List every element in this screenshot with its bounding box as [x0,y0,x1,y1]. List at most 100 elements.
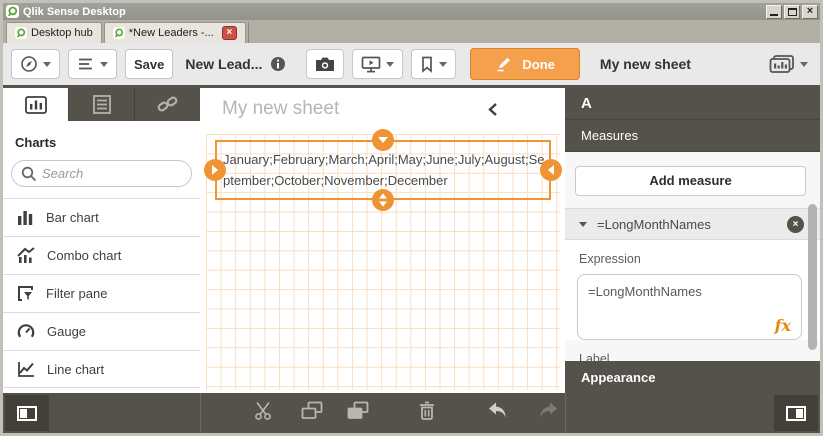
arrow-up-down-icon [379,193,387,207]
copy-button[interactable] [301,401,323,425]
tab-desktop-hub[interactable]: Desktop hub [6,22,102,43]
paste-button[interactable] [347,401,369,425]
save-button[interactable]: Save [125,49,174,79]
link-icon [157,96,178,112]
redo-button[interactable] [537,402,559,425]
sheets-stack-icon [769,55,794,73]
tab-master-items[interactable] [134,88,200,121]
chevron-down-icon[interactable] [579,221,587,227]
current-sheet-name: My new sheet [599,56,691,72]
copy-icon [301,401,323,419]
qlik-logo-icon [6,5,19,18]
app-title: New Lead... [185,56,263,72]
combo-chart-icon [17,247,35,263]
list-item-bar-chart[interactable]: Bar chart [3,198,200,236]
line-chart-icon [18,361,34,377]
resize-handle-bottom[interactable] [372,189,394,211]
maximize-button[interactable] [784,4,800,19]
bookmarks-button[interactable] [411,49,457,79]
list-menu-icon [79,58,92,70]
presentation-mode-button[interactable] [352,49,404,79]
paste-icon [347,401,369,419]
qlik-logo-icon [15,27,27,39]
bottom-toolbar [3,393,820,433]
scissors-icon [255,402,271,420]
arrow-down-icon [378,137,388,143]
toggle-left-panel-button[interactable] [5,395,49,431]
tab-charts[interactable] [3,88,68,121]
tab-label: Desktop hub [31,27,93,39]
delete-button[interactable] [419,401,435,425]
tab-label: *New Leaders -... [128,27,214,39]
expression-input[interactable]: =LongMonthNames fx [577,274,802,340]
list-item-label: Filter pane [46,286,108,301]
list-item-combo-chart[interactable]: Combo chart [3,236,200,274]
fields-list-icon [92,95,111,114]
minimize-button[interactable] [766,4,782,19]
text-object-line1: January;February;March;April;May;June;Ju… [223,152,545,167]
left-panel-icon [17,405,37,421]
charts-heading: Charts [15,135,57,150]
chart-search-box[interactable] [11,160,192,187]
info-icon[interactable] [270,56,286,72]
add-measure-button[interactable]: Add measure [575,166,806,196]
expression-section: Expression =LongMonthNames fx [565,240,820,340]
sheet-canvas[interactable]: My new sheet January;February;March;Apri… [200,88,565,393]
list-item-line-chart[interactable]: Line chart [3,350,200,388]
appearance-section-header[interactable]: Appearance [565,361,820,393]
tab-separator [247,22,249,43]
chevron-down-icon [386,61,395,67]
presentation-icon [362,56,381,72]
close-button[interactable]: × [802,4,818,19]
list-item-label: Bar chart [46,210,99,225]
undo-button[interactable] [487,402,509,425]
properties-panel: A Measures Add measure =LongMonthNames ×… [565,88,820,393]
bookmark-icon [422,56,433,73]
snapshot-camera-button[interactable] [306,49,345,79]
search-input[interactable] [42,166,172,181]
main-toolbar: Save New Lead... Done My new sheet [3,43,820,88]
tab-bar: Desktop hub *New Leaders -... × [3,20,820,43]
chart-tab-icon [24,95,47,114]
toolbar-divider [200,393,201,433]
camera-icon [316,57,335,71]
list-item-label: Gauge [47,324,87,339]
navigation-menu-button[interactable] [11,49,60,79]
done-button[interactable]: Done [470,48,580,80]
toolbar-divider [565,393,566,433]
trash-icon [420,401,434,420]
resize-handle-right[interactable] [540,159,562,181]
undo-icon [489,402,506,418]
chevron-down-icon [800,61,808,67]
tab-close-button[interactable]: × [221,26,237,40]
collapse-chevron-icon[interactable] [486,102,499,122]
toggle-right-panel-button[interactable] [774,395,818,431]
app-options-menu-button[interactable] [68,49,117,79]
arrow-right-icon [212,165,218,175]
chart-type-list: Bar chart Combo chart Filter pane Gauge … [3,198,200,388]
measures-section-header[interactable]: Measures [565,120,820,152]
close-icon: × [806,5,814,17]
minimize-icon [770,13,778,16]
tab-fields[interactable] [68,88,134,121]
expression-label: Expression [579,252,641,266]
window-title: Qlik Sense Desktop [23,5,126,18]
maximize-icon [787,7,797,16]
fx-expression-editor-icon[interactable]: fx [775,316,791,335]
resize-handle-top[interactable] [372,129,394,151]
chevron-down-icon [43,61,51,67]
sheet-navigator-button[interactable] [769,54,812,74]
measure-row[interactable]: =LongMonthNames × [565,208,820,240]
list-item-gauge[interactable]: Gauge [3,312,200,350]
pencil-edit-icon [497,57,511,72]
right-panel-icon [786,405,806,421]
search-icon [21,166,37,182]
cut-button[interactable] [253,401,273,426]
panel-scrollbar-thumb[interactable] [808,204,817,350]
arrow-left-icon [548,165,554,175]
text-object-line2: ptember;October;November;December [223,173,448,188]
list-item-filter-pane[interactable]: Filter pane [3,274,200,312]
tab-new-leaders[interactable]: *New Leaders -... × [103,22,246,43]
remove-measure-icon[interactable]: × [787,215,804,233]
resize-handle-left[interactable] [204,159,226,181]
